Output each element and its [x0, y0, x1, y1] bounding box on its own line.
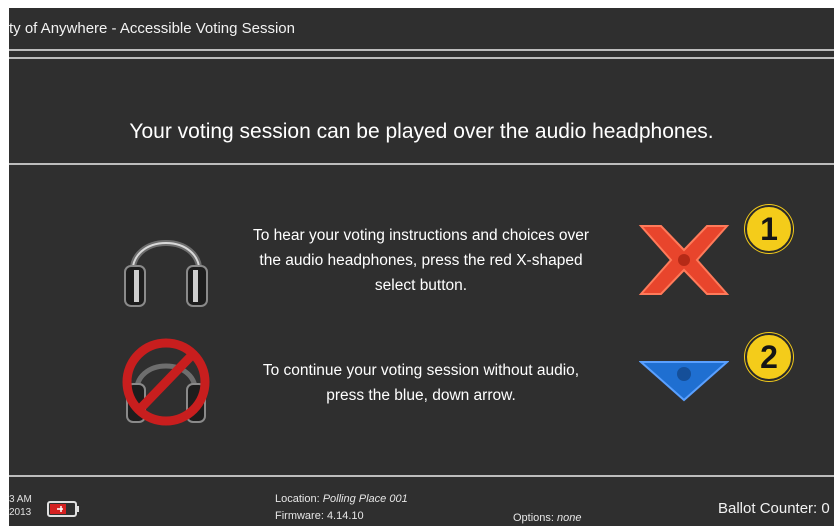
footer-location: Location: Polling Place 001: [275, 493, 408, 506]
option2-line2: press the blue, down arrow.: [326, 387, 516, 404]
footer-time: 3 AM: [9, 494, 32, 505]
step-1-badge: 1: [745, 205, 793, 253]
footer-options: Options: none: [513, 512, 582, 525]
options-label: Options:: [513, 512, 558, 524]
step-2-badge: 2: [745, 333, 793, 381]
heading-divider: [9, 163, 834, 165]
status-footer: 3 AM 2013 Location: Polling Place 001 Fi…: [9, 482, 834, 526]
window-title: ty of Anywhere - Accessible Voting Sessi…: [9, 20, 295, 37]
voting-screen: ty of Anywhere - Accessible Voting Sessi…: [9, 8, 834, 526]
headphones-icon: [119, 214, 213, 315]
option1-line1: To hear your voting instructions and cho…: [252, 227, 589, 244]
title-divider-2: [9, 57, 834, 59]
option1-line2: the audio headphones, press the red X-sh…: [259, 252, 583, 269]
ballot-counter: Ballot Counter: 0: [718, 500, 830, 517]
page-heading: Your voting session can be played over t…: [129, 120, 714, 143]
blue-down-arrow-button-icon[interactable]: [638, 358, 730, 407]
option1-line3: select button.: [374, 277, 468, 294]
location-value: Polling Place 001: [322, 493, 408, 505]
red-x-select-button-icon[interactable]: [637, 222, 731, 303]
options-value: none: [557, 512, 582, 524]
no-headphones-icon: [119, 334, 213, 435]
footer-year: 2013: [9, 507, 32, 518]
footer-firmware: Firmware: 4.14.10: [275, 510, 364, 522]
title-divider: [9, 49, 834, 51]
option1-instructions: To hear your voting instructions and cho…: [221, 223, 621, 298]
footer-divider: [9, 475, 834, 477]
option2-instructions: To continue your voting session without …: [221, 358, 621, 408]
option2-line1: To continue your voting session without …: [262, 362, 580, 379]
battery-plug-icon: [47, 500, 81, 523]
location-label: Location:: [275, 493, 323, 505]
